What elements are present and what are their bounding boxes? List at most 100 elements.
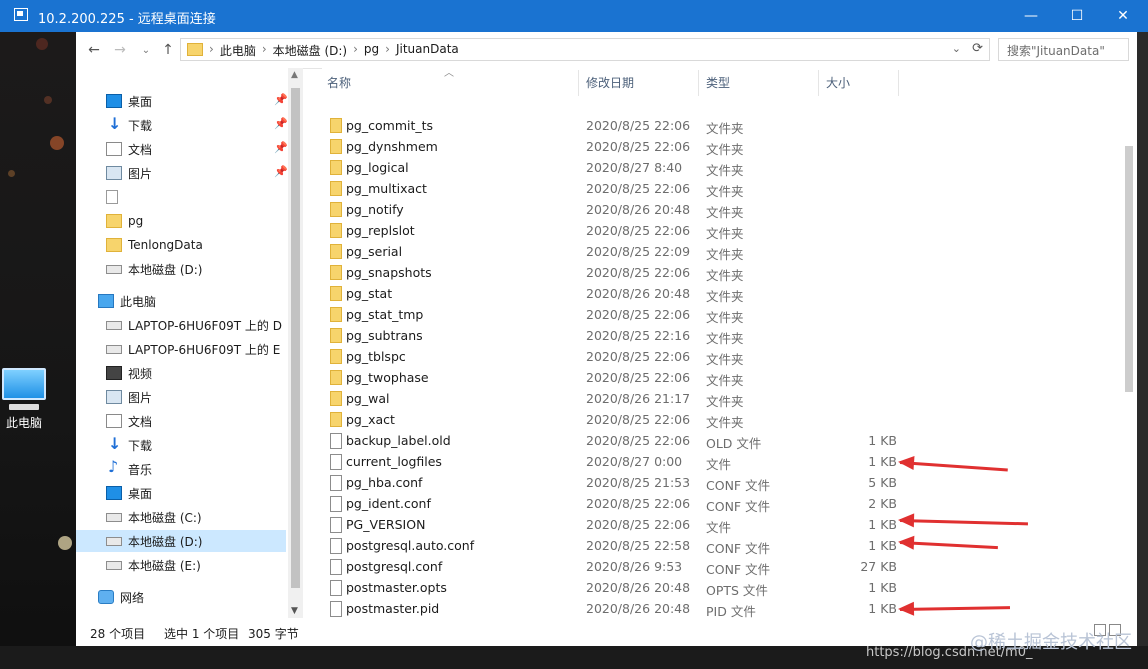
file-list-scrollbar[interactable]: [1121, 68, 1137, 618]
breadcrumb-item[interactable]: 此电脑: [220, 42, 256, 59]
navigation-scrollbar[interactable]: ▲ ▼: [288, 68, 303, 618]
sidebar-item[interactable]: 下载: [106, 434, 152, 456]
document-icon: [106, 414, 122, 428]
scroll-down-icon[interactable]: ▼: [291, 606, 298, 616]
file-row[interactable]: pg_tblspc 2020/8/25 22:06 文件夹: [322, 346, 897, 367]
sidebar-item[interactable]: 图片: [106, 386, 152, 408]
file-row[interactable]: pg_hba.conf 2020/8/25 21:53 CONF 文件 5 KB: [322, 472, 897, 493]
file-icon: [330, 475, 342, 491]
file-row[interactable]: pg_wal 2020/8/26 21:17 文件夹: [322, 388, 897, 409]
file-row[interactable]: pg_dynshmem 2020/8/25 22:06 文件夹: [322, 136, 897, 157]
pin-icon[interactable]: 📌: [274, 141, 288, 154]
file-row[interactable]: postgresql.conf 2020/8/26 9:53 CONF 文件 27 K…: [322, 556, 897, 577]
sidebar-item-label: 本地磁盘 (D:): [128, 534, 203, 549]
file-name: pg_snapshots: [346, 265, 432, 280]
rdp-title-bar[interactable]: 10.2.200.225 - 远程桌面连接 — ☐ ✕: [0, 0, 1148, 32]
file-row[interactable]: backup_label.old 2020/8/25 22:06 OLD 文件 1 K…: [322, 430, 897, 451]
sidebar-item-label: 图片: [128, 390, 153, 405]
sidebar-item[interactable]: 文档: [106, 410, 152, 432]
breadcrumb-item[interactable]: 本地磁盘 (D:): [273, 42, 347, 59]
file-name: pg_hba.conf: [346, 475, 423, 490]
file-date: 2020/8/25 22:06: [586, 118, 691, 133]
sidebar-item[interactable]: [106, 186, 124, 208]
file-size: 1 KB: [868, 517, 897, 532]
file-type: 文件夹: [706, 352, 744, 367]
sidebar-item[interactable]: 本地磁盘 (D:): [106, 258, 202, 280]
chevron-right-icon[interactable]: ›: [353, 42, 358, 59]
sidebar-item[interactable]: 下载: [106, 114, 152, 136]
file-row[interactable]: PG_VERSION 2020/8/25 22:06 文件 1 KB: [322, 514, 897, 535]
chevron-right-icon[interactable]: ›: [262, 42, 267, 59]
up-button[interactable]: ↑: [158, 40, 178, 60]
column-header-date[interactable]: 修改日期: [586, 68, 634, 96]
pin-icon[interactable]: 📌: [274, 117, 288, 130]
file-row[interactable]: pg_notify 2020/8/26 20:48 文件夹: [322, 199, 897, 220]
file-row[interactable]: pg_stat 2020/8/26 20:48 文件夹: [322, 283, 897, 304]
file-row[interactable]: pg_replslot 2020/8/25 22:06 文件夹: [322, 220, 897, 241]
back-button[interactable]: ←: [84, 40, 104, 60]
file-name: pg_stat: [346, 286, 393, 301]
minimize-button[interactable]: —: [1008, 0, 1054, 32]
file-row[interactable]: pg_multixact 2020/8/25 22:06 文件夹: [322, 178, 897, 199]
chevron-down-icon[interactable]: ⌄: [952, 42, 961, 55]
column-header-size[interactable]: 大小: [826, 68, 850, 96]
sidebar-item[interactable]: 此电脑: [98, 290, 156, 312]
file-name: pg_stat_tmp: [346, 307, 424, 322]
file-size: 1 KB: [868, 433, 897, 448]
chevron-right-icon[interactable]: ›: [209, 42, 214, 59]
address-field[interactable]: › 此电脑 › 本地磁盘 (D:) › pg › JituanData ⌄ ⟳: [180, 38, 990, 61]
sidebar-item[interactable]: 本地磁盘 (D:): [76, 530, 286, 552]
file-name: pg_ident.conf: [346, 496, 431, 511]
file-row[interactable]: pg_subtrans 2020/8/25 22:16 文件夹: [322, 325, 897, 346]
sidebar-item-label: 视频: [128, 366, 153, 381]
sidebar-item[interactable]: pg: [106, 210, 143, 232]
sidebar-item[interactable]: LAPTOP-6HU6F09T 上的 D: [106, 314, 282, 336]
file-icon: [330, 559, 342, 575]
file-row[interactable]: pg_ident.conf 2020/8/25 22:06 CONF 文件 2 KB: [322, 493, 897, 514]
file-row[interactable]: pg_twophase 2020/8/25 22:06 文件夹: [322, 367, 897, 388]
breadcrumb-item[interactable]: pg: [364, 42, 379, 59]
file-type: OPTS 文件: [706, 583, 768, 598]
column-header-name[interactable]: 名称: [327, 68, 351, 96]
sidebar-item[interactable]: 桌面: [106, 482, 152, 504]
pin-icon[interactable]: 📌: [274, 165, 288, 178]
search-input[interactable]: 搜索"JituanData": [998, 38, 1129, 61]
file-row[interactable]: postmaster.opts 2020/8/26 20:48 OPTS 文件 1 K…: [322, 577, 897, 598]
refresh-icon[interactable]: ⟳: [972, 41, 983, 56]
recent-dropdown-button[interactable]: ⌄: [136, 40, 156, 60]
file-row[interactable]: pg_xact 2020/8/25 22:06 文件夹: [322, 409, 897, 430]
file-row[interactable]: current_logfiles 2020/8/27 0:00 文件 1 KB: [322, 451, 897, 472]
sidebar-item[interactable]: 文档: [106, 138, 152, 160]
file-row[interactable]: pg_commit_ts 2020/8/25 22:06 文件夹: [322, 115, 897, 136]
sidebar-item[interactable]: 桌面: [106, 90, 152, 112]
scroll-up-icon[interactable]: ▲: [291, 70, 298, 80]
close-button[interactable]: ✕: [1100, 0, 1146, 32]
folder-icon: [330, 370, 342, 385]
scroll-thumb[interactable]: [291, 88, 300, 588]
file-row[interactable]: pg_stat_tmp 2020/8/25 22:06 文件夹: [322, 304, 897, 325]
desktop-this-pc[interactable]: 此电脑: [0, 368, 50, 431]
forward-button[interactable]: →: [110, 40, 130, 60]
maximize-button[interactable]: ☐: [1054, 0, 1100, 32]
scroll-thumb[interactable]: [1125, 146, 1133, 392]
file-row[interactable]: postmaster.pid 2020/8/26 20:48 PID 文件 1 KB: [322, 598, 897, 619]
pin-icon[interactable]: 📌: [274, 93, 288, 106]
sidebar-item[interactable]: TenlongData: [106, 234, 203, 256]
sidebar-item[interactable]: 本地磁盘 (C:): [106, 506, 202, 528]
sidebar-item[interactable]: 网络: [98, 586, 144, 608]
column-header-type[interactable]: 类型: [706, 68, 730, 96]
file-date: 2020/8/26 20:48: [586, 286, 691, 301]
sidebar-item[interactable]: 视频: [106, 362, 152, 384]
file-row[interactable]: postgresql.auto.conf 2020/8/25 22:58 CONF …: [322, 535, 897, 556]
file-row[interactable]: pg_logical 2020/8/27 8:40 文件夹: [322, 157, 897, 178]
chevron-right-icon[interactable]: ›: [385, 42, 390, 59]
desktop-icon: [106, 94, 122, 108]
breadcrumb-item[interactable]: JituanData: [396, 42, 459, 59]
sidebar-item[interactable]: 本地磁盘 (E:): [106, 554, 201, 576]
sidebar-item[interactable]: 图片: [106, 162, 152, 184]
breadcrumb[interactable]: › 此电脑 › 本地磁盘 (D:) › pg › JituanData: [209, 42, 465, 59]
file-row[interactable]: pg_serial 2020/8/25 22:09 文件夹: [322, 241, 897, 262]
sidebar-item[interactable]: LAPTOP-6HU6F09T 上的 E: [106, 338, 280, 360]
file-row[interactable]: pg_snapshots 2020/8/25 22:06 文件夹: [322, 262, 897, 283]
sidebar-item[interactable]: 音乐: [106, 457, 152, 480]
